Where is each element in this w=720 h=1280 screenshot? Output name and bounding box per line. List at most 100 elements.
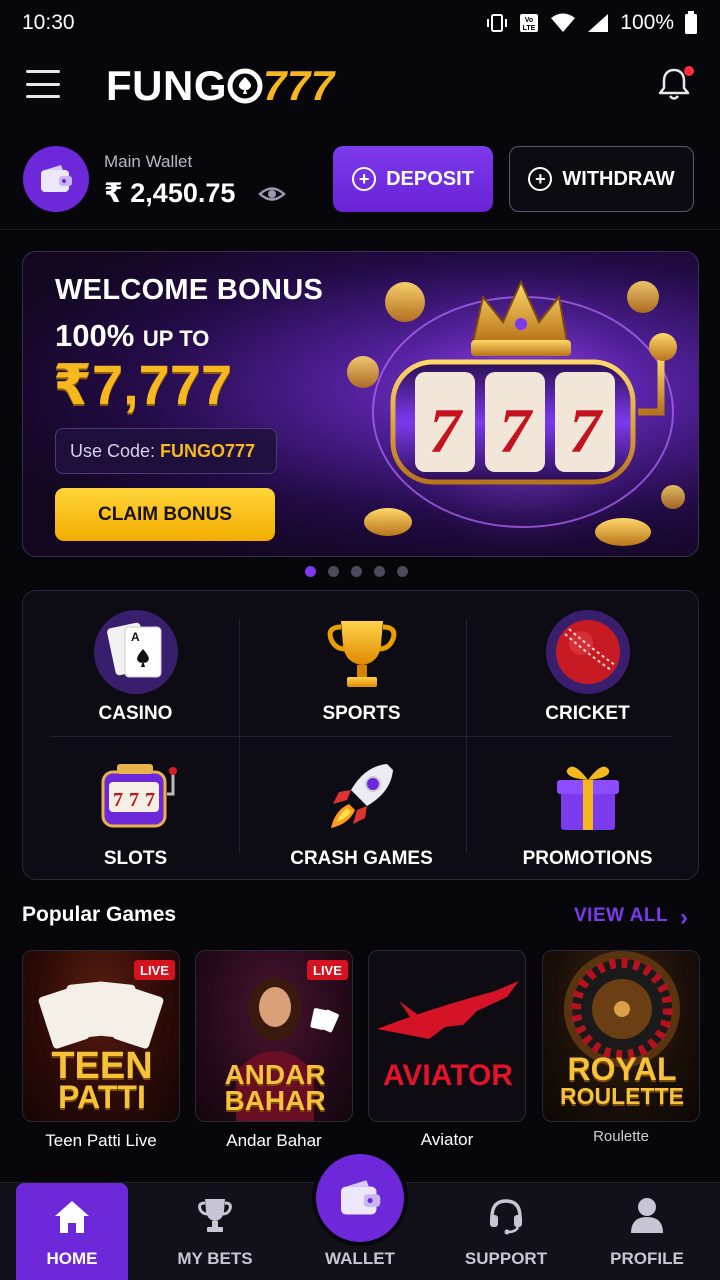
plus-circle-icon: + <box>352 167 377 191</box>
banner-pagination[interactable] <box>305 566 408 577</box>
chevron-right-icon[interactable]: › <box>680 904 688 932</box>
category-crash-games[interactable]: CRASH GAMES <box>249 736 474 881</box>
category-label: PROMOTIONS <box>522 848 653 869</box>
battery-icon <box>685 11 697 34</box>
pagination-dot[interactable] <box>328 566 339 577</box>
logo-number: 777 <box>263 62 335 109</box>
nav-label: HOME <box>46 1249 98 1268</box>
nav-label: WALLET <box>325 1249 395 1268</box>
view-all-link[interactable]: VIEW ALL <box>574 905 668 927</box>
nav-support[interactable]: SUPPORT <box>450 1183 562 1280</box>
plane-icon <box>377 981 519 1039</box>
spade-icon <box>227 68 263 104</box>
battery-percent: 100% <box>620 11 674 34</box>
code-prefix: Use Code: <box>70 440 156 461</box>
pagination-dot[interactable] <box>397 566 408 577</box>
home-icon <box>55 1201 89 1233</box>
withdraw-button[interactable]: + WITHDRAW <box>509 146 694 212</box>
hamburger-menu-icon[interactable] <box>26 70 60 98</box>
live-badge: LIVE <box>134 960 175 980</box>
svg-text:7: 7 <box>569 395 604 466</box>
svg-text:7: 7 <box>129 789 139 811</box>
trophy-icon <box>327 621 397 687</box>
nav-label: MY BETS <box>177 1249 253 1268</box>
nav-my-bets[interactable]: MY BETS <box>160 1183 270 1280</box>
category-casino[interactable]: A CASINO <box>23 591 248 736</box>
deposit-button[interactable]: + DEPOSIT <box>333 146 493 212</box>
wallet-label: Main Wallet <box>104 152 193 171</box>
pagination-dot[interactable] <box>374 566 385 577</box>
wallet-avatar <box>23 146 89 212</box>
svg-text:7: 7 <box>145 789 155 811</box>
promo-code: FUNGO777 <box>160 440 256 461</box>
trophy-icon <box>198 1199 232 1232</box>
category-grid: A CASINO SPORTS CRICKET 777 SLOTS CRASH … <box>22 590 699 880</box>
game-card-aviator[interactable]: AVIATOR <box>368 950 526 1122</box>
slot-machine-illustration: 7 7 7 <box>347 272 685 552</box>
game-logo-line1: ROYAL <box>567 1051 677 1087</box>
game-logo-line1: AVIATOR <box>382 1059 513 1092</box>
nav-label: PROFILE <box>610 1249 684 1268</box>
wallet-icon <box>41 165 72 192</box>
svg-text:Vo: Vo <box>525 17 533 24</box>
promo-code-box[interactable]: Use Code: FUNGO777 <box>55 428 277 474</box>
banner-percent: 100% <box>55 318 135 353</box>
category-label: CASINO <box>98 703 173 724</box>
svg-text:7: 7 <box>429 395 464 466</box>
notification-dot <box>684 66 694 76</box>
game-logo-line2: ROULETTE <box>560 1083 684 1109</box>
wifi-icon <box>551 13 576 32</box>
category-sports[interactable]: SPORTS <box>249 591 474 736</box>
claim-bonus-button[interactable]: CLAIM BONUS <box>55 488 275 541</box>
nav-home[interactable]: HOME <box>16 1183 128 1280</box>
category-promotions[interactable]: PROMOTIONS <box>475 736 700 881</box>
pagination-dot[interactable] <box>305 566 316 577</box>
status-bar: 10:30 Vo LTE 100% <box>0 0 720 46</box>
svg-text:LTE: LTE <box>523 25 536 32</box>
brand-logo[interactable]: FUNG 777 <box>106 62 335 110</box>
plus-circle-icon: + <box>528 167 553 191</box>
svg-text:7: 7 <box>499 395 534 466</box>
game-name: Roulette <box>593 1128 649 1145</box>
wallet-summary: Main Wallet ₹ 2,450.75 + DEPOSIT + WITHD… <box>0 140 720 230</box>
pagination-dot[interactable] <box>351 566 362 577</box>
category-label: CRICKET <box>545 703 630 724</box>
game-logo-line2: PATTI <box>58 1079 146 1115</box>
game-name: Aviator <box>420 1130 474 1149</box>
svg-text:7: 7 <box>113 789 123 811</box>
category-label: CRASH GAMES <box>290 848 433 869</box>
banner-title: WELCOME BONUS <box>55 274 324 306</box>
cards-icon: A <box>94 610 178 694</box>
game-card-roulette[interactable]: ROYAL ROULETTE <box>542 950 700 1122</box>
category-slots[interactable]: 777 SLOTS <box>23 736 248 881</box>
category-label: SPORTS <box>322 703 401 724</box>
app-header: FUNG 777 <box>0 48 720 124</box>
svg-text:A: A <box>131 630 140 644</box>
game-name: Teen Patti Live <box>45 1131 157 1150</box>
cricket-ball-icon <box>546 610 630 694</box>
status-icons: Vo LTE 100% <box>486 11 698 35</box>
game-logo-line2: BAHAR <box>224 1085 326 1116</box>
slot-machine-icon: 777 <box>101 764 177 828</box>
banner-amount: ₹7,777 <box>53 353 233 416</box>
withdraw-label: WITHDRAW <box>562 167 675 190</box>
category-label: SLOTS <box>103 848 168 869</box>
wallet-balance: ₹ 2,450.75 <box>104 178 236 208</box>
status-time: 10:30 <box>22 11 75 34</box>
banner-up-to: UP TO <box>142 326 210 351</box>
category-cricket[interactable]: CRICKET <box>475 591 700 736</box>
game-name: Andar Bahar <box>226 1131 322 1150</box>
user-icon <box>631 1198 663 1233</box>
signal-icon <box>588 14 609 32</box>
popular-games-title: Popular Games <box>22 903 177 926</box>
headset-icon <box>490 1199 522 1235</box>
eye-icon[interactable] <box>258 182 286 206</box>
vibrate-icon <box>487 14 508 32</box>
deposit-label: DEPOSIT <box>386 167 474 190</box>
wallet-icon <box>341 1180 381 1215</box>
welcome-bonus-banner[interactable]: WELCOME BONUS 100% UP TO ₹7,777 Use Code… <box>22 251 699 557</box>
wallet-fab-button[interactable] <box>316 1154 404 1242</box>
nav-profile[interactable]: PROFILE <box>592 1183 702 1280</box>
nav-label: SUPPORT <box>464 1249 548 1268</box>
gift-icon <box>557 766 619 830</box>
